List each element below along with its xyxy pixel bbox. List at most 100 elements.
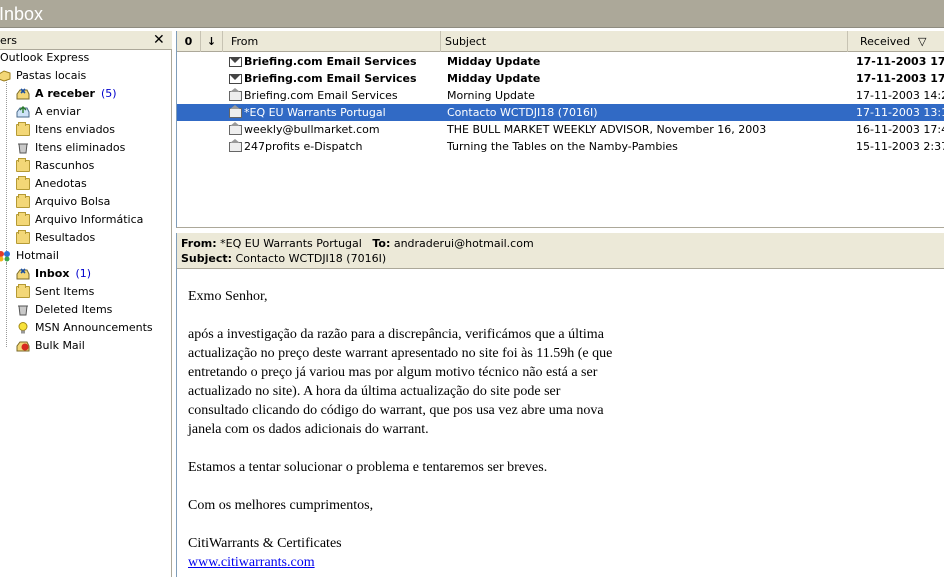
unread-count: (5) xyxy=(100,87,117,100)
to-value: andraderui@hotmail.com xyxy=(393,237,534,250)
website-link[interactable]: www.citiwarrants.com xyxy=(188,555,315,570)
folders-pane-title: ers xyxy=(0,34,18,47)
message-subject: Contacto WCTDJI18 (7016I) xyxy=(447,106,598,119)
message-list: 0 ↓ From Subject Received ▽ Briefing.com… xyxy=(176,31,944,228)
body-line: consultado clicando do código do warrant… xyxy=(188,403,604,418)
read-envelope-icon xyxy=(229,122,242,135)
tree-line xyxy=(6,263,7,347)
message-received: 17-11-2003 17:1 xyxy=(856,72,944,85)
sent-items-icon xyxy=(16,122,30,136)
folder-icon xyxy=(16,194,30,208)
folder-label: Rascunhos xyxy=(35,159,95,172)
inbox-tray-icon xyxy=(16,88,30,100)
folder-label: MSN Announcements xyxy=(35,321,153,334)
folder-label: Hotmail xyxy=(16,249,59,262)
message-row-selected[interactable]: *EQ EU Warrants Portugal Contacto WCTDJI… xyxy=(177,104,944,121)
message-from: Briefing.com Email Services xyxy=(244,89,398,102)
title-bar: Inbox xyxy=(0,0,944,28)
drafts-icon xyxy=(16,158,30,172)
message-received: 17-11-2003 14:28 xyxy=(856,89,944,102)
message-received: 15-11-2003 2:37 xyxy=(856,140,944,153)
preview-pane: From: *EQ EU Warrants Portugal To: andra… xyxy=(176,233,944,577)
sent-items-icon xyxy=(16,284,30,298)
message-row[interactable]: Briefing.com Email Services Midday Updat… xyxy=(177,70,944,87)
folder-label: Itens eliminados xyxy=(35,141,126,154)
to-label: To: xyxy=(372,237,391,250)
folder-label: Bulk Mail xyxy=(35,339,85,352)
message-body: Exmo Senhor, após a investigação da razã… xyxy=(188,287,928,572)
body-line: após a investigação da razão para a disc… xyxy=(188,327,604,342)
column-header-received[interactable]: Received xyxy=(856,31,916,52)
folder-icon xyxy=(16,212,30,226)
folder-label: Pastas locais xyxy=(16,69,87,82)
trash-icon xyxy=(17,142,31,154)
folders-pane: ers ✕ Outlook Express Pastas locais A re… xyxy=(0,31,172,577)
body-greeting: Exmo Senhor, xyxy=(188,289,268,304)
read-envelope-icon xyxy=(229,88,242,101)
preview-header: From: *EQ EU Warrants Portugal To: andra… xyxy=(177,233,944,269)
message-subject: Midday Update xyxy=(447,55,541,68)
sort-descending-icon: ▽ xyxy=(918,35,927,48)
body-paragraph: após a investigação da razão para a disc… xyxy=(188,325,928,439)
body-paragraph: Estamos a tentar solucionar o problema e… xyxy=(188,460,548,475)
from-label: From: xyxy=(181,237,217,250)
body-line: actualizado no site). A hora da última a… xyxy=(188,384,561,399)
inbox-tray-icon xyxy=(16,268,30,280)
folder-label: A enviar xyxy=(35,105,81,118)
hotmail-butterfly-icon xyxy=(0,250,11,262)
preview-subject-line: Subject: Contacto WCTDJI18 (7016I) xyxy=(181,252,386,265)
unread-envelope-icon xyxy=(229,74,242,84)
body-line: janela com os dados adicionais do warran… xyxy=(188,422,429,437)
folder-label: A receber xyxy=(35,87,95,100)
trash-icon xyxy=(17,304,31,316)
message-from: *EQ EU Warrants Portugal xyxy=(244,106,386,119)
folder-label: Inbox xyxy=(35,267,70,280)
message-from: 247profits e-Dispatch xyxy=(244,140,363,153)
body-line: actualização no preço deste warrant apre… xyxy=(188,346,613,361)
outbox-icon xyxy=(16,106,30,118)
message-list-header: 0 ↓ From Subject Received ▽ xyxy=(177,31,944,52)
body-closing: Com os melhores cumprimentos, xyxy=(188,498,374,513)
read-envelope-icon xyxy=(229,105,242,118)
message-subject: Turning the Tables on the Namby-Pambies xyxy=(447,140,678,153)
message-subject: Morning Update xyxy=(447,89,535,102)
message-row[interactable]: Briefing.com Email Services Morning Upda… xyxy=(177,87,944,104)
tree-line xyxy=(6,77,7,267)
window-title: Inbox xyxy=(0,4,44,24)
folder-label: Deleted Items xyxy=(35,303,113,316)
folder-label: Arquivo Informática xyxy=(35,213,144,226)
message-received: 17-11-2003 13:10 xyxy=(856,106,944,119)
folder-label: Itens enviados xyxy=(35,123,116,136)
message-from: weekly@bullmarket.com xyxy=(244,123,380,136)
body-signature: CitiWarrants & Certificates xyxy=(188,536,342,551)
message-subject: THE BULL MARKET WEEKLY ADVISOR, November… xyxy=(447,123,767,136)
message-subject: Midday Update xyxy=(447,72,541,85)
column-header-subject[interactable]: Subject xyxy=(441,31,848,52)
folder-label: Outlook Express xyxy=(0,51,90,64)
folder-label: Arquivo Bolsa xyxy=(35,195,111,208)
folder-icon xyxy=(16,230,30,244)
junk-mail-icon xyxy=(16,340,30,352)
close-icon[interactable]: ✕ xyxy=(153,31,165,49)
attachment-column-icon[interactable]: 0 xyxy=(177,31,201,52)
column-header-from[interactable]: From xyxy=(227,31,441,52)
read-envelope-icon xyxy=(229,139,242,152)
subject-value: Contacto WCTDJI18 (7016I) xyxy=(235,252,387,265)
body-line: entretando o preço já variou mas por alg… xyxy=(188,365,598,380)
message-received: 16-11-2003 17:46 xyxy=(856,123,944,136)
folders-pane-header: ers ✕ xyxy=(0,31,172,50)
from-value: *EQ EU Warrants Portugal xyxy=(220,237,362,250)
message-received: 17-11-2003 17:1 xyxy=(856,55,944,68)
message-from: Briefing.com Email Services xyxy=(244,72,417,85)
unread-envelope-icon xyxy=(229,57,242,67)
message-row[interactable]: Briefing.com Email Services Midday Updat… xyxy=(177,53,944,70)
subject-label: Subject: xyxy=(181,252,233,265)
priority-column-icon[interactable]: ↓ xyxy=(201,31,223,52)
folder-label: Resultados xyxy=(35,231,96,244)
message-from: Briefing.com Email Services xyxy=(244,55,417,68)
preview-from-line: From: *EQ EU Warrants Portugal To: andra… xyxy=(181,237,534,250)
folder-label: Sent Items xyxy=(35,285,95,298)
message-row[interactable]: 247profits e-Dispatch Turning the Tables… xyxy=(177,138,944,155)
message-row[interactable]: weekly@bullmarket.com THE BULL MARKET WE… xyxy=(177,121,944,138)
unread-count: (1) xyxy=(75,267,92,280)
